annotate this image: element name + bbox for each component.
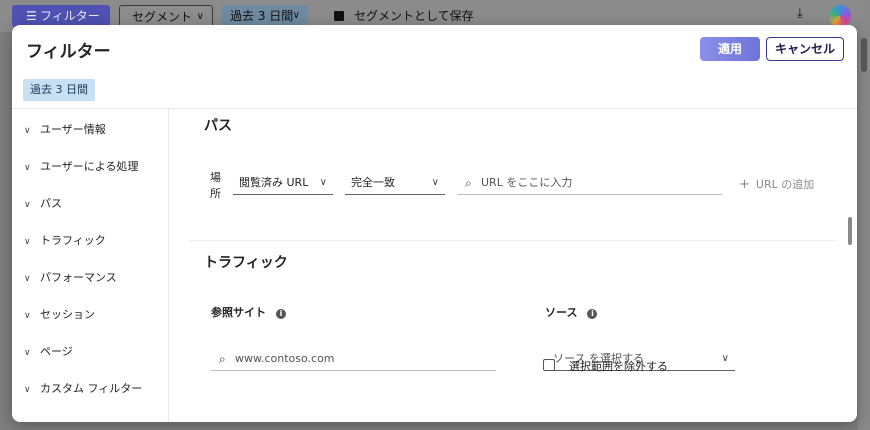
referrer-input-placeholder: www.contoso.com	[235, 352, 335, 365]
download-icon[interactable]: ⤓	[797, 6, 803, 21]
date-range-dropdown[interactable]: 過去 3 日間 ∨	[222, 5, 308, 27]
sidebar-item-user-actions[interactable]: ∨ ユーザーによる処理	[24, 158, 138, 176]
page-type-value: 閲覧済み URL	[239, 176, 309, 189]
url-input-placeholder: URL をここに入力	[481, 176, 573, 189]
chevron-down-icon: ∨	[292, 10, 300, 21]
referrer-label: 参照サイト i	[211, 304, 286, 320]
traffic-section-title: トラフィック	[204, 255, 288, 271]
copilot-icon[interactable]	[829, 5, 851, 27]
dialog-title: フィルター	[26, 42, 111, 62]
search-icon: ⌕	[465, 176, 472, 190]
add-url-button[interactable]: + URL の追加	[739, 176, 814, 192]
sidebar-item-label: ページ	[40, 345, 73, 358]
section-divider	[189, 240, 837, 241]
filter-button-label: フィルター	[40, 9, 100, 23]
page-type-dropdown[interactable]: 閲覧済み URL ∨	[233, 171, 333, 195]
segment-dropdown[interactable]: セグメント ∨	[119, 5, 213, 27]
save-as-segment-label: セグメントとして保存	[354, 9, 474, 23]
match-type-dropdown[interactable]: 完全一致 ∨	[345, 171, 445, 195]
sidebar-item-session[interactable]: ∨ セッション	[24, 306, 95, 324]
source-label-text: ソース	[545, 306, 578, 319]
exclude-selection-checkbox[interactable]	[543, 359, 555, 371]
chevron-down-icon: ∨	[24, 348, 31, 358]
sidebar-item-custom-filter[interactable]: ∨ カスタム フィルター	[24, 380, 142, 398]
match-type-value: 完全一致	[351, 176, 395, 189]
path-section-title: パス	[204, 118, 232, 134]
chevron-down-icon: ∨	[431, 177, 439, 188]
sidebar-item-label: トラフィック	[40, 234, 106, 247]
referrer-label-text: 参照サイト	[211, 306, 266, 319]
chevron-down-icon: ∨	[721, 353, 729, 364]
add-icon: +	[739, 177, 750, 192]
chevron-down-icon: ∨	[24, 311, 31, 321]
filter-dialog: フィルター 適用 キャンセル 過去 3 日間 ∨ ユーザー情報 ∨ ユーザーによる処…	[12, 25, 857, 422]
sidebar-item-path[interactable]: ∨ パス	[24, 195, 62, 213]
date-range-chip[interactable]: 過去 3 日間	[23, 79, 95, 101]
date-range-label: 過去 3 日間	[230, 9, 294, 23]
filter-icon: ☰	[26, 9, 37, 23]
sidebar-item-label: パス	[40, 197, 62, 210]
page-scrollbar-thumb[interactable]	[861, 38, 867, 72]
save-icon	[334, 11, 344, 21]
info-icon[interactable]: i	[276, 309, 286, 319]
chevron-down-icon: ∨	[24, 200, 31, 210]
chevron-down-icon: ∨	[24, 237, 31, 247]
sidebar-item-label: ユーザーによる処理	[40, 160, 139, 173]
sidebar-item-user-info[interactable]: ∨ ユーザー情報	[24, 121, 106, 139]
filter-main-panel: パス 場所 閲覧済み URL ∨ 完全一致 ∨ ⌕ URL をここに入力 + UR…	[169, 109, 857, 422]
referrer-search-input[interactable]: ⌕ www.contoso.com	[211, 347, 496, 371]
page-scrollbar[interactable]	[858, 0, 870, 430]
apply-button[interactable]: 適用	[700, 37, 760, 61]
cancel-button[interactable]: キャンセル	[766, 37, 844, 61]
chevron-down-icon: ∨	[319, 177, 327, 188]
chevron-down-icon: ∨	[24, 274, 31, 284]
url-input[interactable]: ⌕ URL をここに入力	[457, 171, 722, 195]
add-url-label: URL の追加	[755, 178, 815, 191]
save-as-segment-button[interactable]: セグメントとして保存	[334, 5, 474, 27]
source-label: ソース i	[545, 304, 598, 320]
exclude-selection-label: 選択範囲を除外する	[569, 360, 668, 373]
sidebar-item-performance[interactable]: ∨ パフォーマンス	[24, 269, 117, 287]
chevron-down-icon: ∨	[24, 163, 31, 173]
filter-button[interactable]: ☰ フィルター	[12, 5, 110, 27]
sidebar-item-label: セッション	[40, 308, 95, 321]
segment-dropdown-label: セグメント	[132, 10, 193, 24]
info-icon[interactable]: i	[587, 309, 598, 319]
sidebar-item-label: カスタム フィルター	[40, 382, 143, 395]
filter-category-sidebar: ∨ ユーザー情報 ∨ ユーザーによる処理 ∨ パス ∨ トラフィック ∨ パフォーマンス …	[12, 109, 169, 422]
sidebar-item-label: ユーザー情報	[40, 123, 106, 136]
sidebar-item-traffic[interactable]: ∨ トラフィック	[24, 232, 106, 250]
chevron-down-icon: ∨	[24, 126, 31, 136]
dialog-scrollbar-thumb[interactable]	[848, 217, 852, 245]
location-label: 場所	[210, 171, 221, 200]
search-icon: ⌕	[219, 352, 226, 366]
chevron-down-icon: ∨	[24, 385, 31, 395]
sidebar-item-label: パフォーマンス	[40, 271, 117, 284]
sidebar-item-page[interactable]: ∨ ページ	[24, 343, 73, 361]
